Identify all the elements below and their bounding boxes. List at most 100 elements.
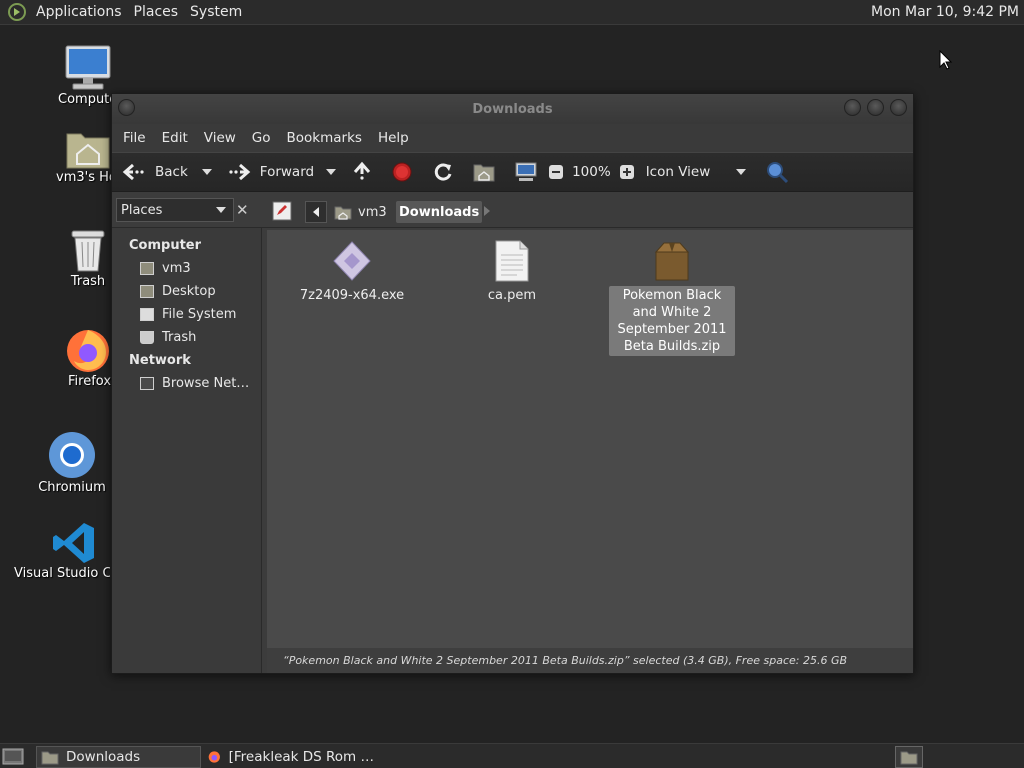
chromium-icon <box>49 432 95 478</box>
minimize-button[interactable] <box>844 99 861 116</box>
sidebar-item-label: Browse Net… <box>162 376 250 391</box>
sidebar-item-label: Trash <box>162 330 197 345</box>
window-title: Downloads <box>472 101 553 117</box>
up-arrow-icon[interactable] <box>351 161 373 183</box>
trash-icon <box>71 230 105 272</box>
back-label: Back <box>155 164 188 180</box>
taskbar-item-firefox[interactable]: [Freakleak DS Rom … <box>204 746 374 768</box>
clock[interactable]: Mon Mar 10, 9:42 PM <box>871 4 1019 20</box>
back-history-dropdown[interactable] <box>201 169 212 175</box>
sidebar-selector[interactable]: Places <box>116 198 234 222</box>
applications-menu[interactable]: Applications <box>30 4 128 20</box>
view-mode-dropdown[interactable] <box>735 169 746 175</box>
menubar: File Edit View Go Bookmarks Help <box>112 124 913 152</box>
desktop-icon-label: Computer <box>58 92 118 107</box>
folder-icon <box>900 751 918 764</box>
vscode-icon <box>53 523 94 563</box>
menu-edit[interactable]: Edit <box>154 130 196 146</box>
sidebar-item-browse-network[interactable]: Browse Net… <box>112 372 261 395</box>
file-view[interactable]: 7z2409-x64.exe ca.pem Pokemon Black and … <box>267 230 913 648</box>
zoom-out-icon[interactable] <box>548 164 564 180</box>
archive-icon <box>654 242 690 281</box>
file-name: ca.pem <box>487 288 537 303</box>
sidebar-heading-computer: Computer <box>129 238 202 253</box>
status-bar: “Pokemon Black and White 2 September 201… <box>267 648 913 673</box>
file-name: Pokemon Black and White 2 September 2011… <box>609 286 735 356</box>
sidebar-item-file-system[interactable]: File System <box>112 303 261 326</box>
view-mode-select[interactable]: Icon View <box>646 164 734 180</box>
firefox-icon <box>67 330 109 372</box>
zoom-level[interactable]: 100% <box>572 164 611 180</box>
desktop-folder-icon <box>140 285 154 298</box>
menu-go[interactable]: Go <box>244 130 279 146</box>
file-name: 7z2409-x64.exe <box>299 288 405 303</box>
mouse-cursor-icon <box>939 50 953 70</box>
back-button[interactable]: Back <box>122 162 188 182</box>
chevron-right-icon[interactable] <box>484 206 490 216</box>
file-manager-window: Downloads File Edit View Go Bookmarks He… <box>111 93 914 674</box>
sidebar-selector-label: Places <box>121 202 163 218</box>
menu-view[interactable]: View <box>196 130 244 146</box>
places-menu[interactable]: Places <box>128 4 185 20</box>
forward-button[interactable]: Forward <box>227 162 314 182</box>
breadcrumb-label: vm3 <box>358 204 387 220</box>
menu-bookmarks[interactable]: Bookmarks <box>279 130 370 146</box>
home-folder-icon <box>334 206 352 220</box>
exe-file-icon <box>333 241 371 281</box>
top-panel: Applications Places System Mon Mar 10, 9… <box>0 0 1024 25</box>
maximize-button[interactable] <box>867 99 884 116</box>
file-item-pokemon-zip[interactable]: Pokemon Black and White 2 September 2011… <box>607 240 737 356</box>
menu-file[interactable]: File <box>115 130 154 146</box>
breadcrumb-scroll-left[interactable] <box>305 201 327 223</box>
forward-label: Forward <box>259 164 315 180</box>
home-folder-icon <box>66 133 110 169</box>
zoom-in-icon[interactable] <box>619 164 635 180</box>
home-icon[interactable] <box>473 162 495 182</box>
sidebar-heading-network: Network <box>129 353 191 368</box>
reload-icon[interactable] <box>432 161 454 183</box>
sidebar-item-desktop[interactable]: Desktop <box>112 280 261 303</box>
bottom-panel: Downloads [Freakleak DS Rom … <box>0 743 1024 768</box>
search-icon[interactable] <box>765 160 789 184</box>
workspace-switcher[interactable] <box>895 746 923 768</box>
location-bar: Places ✕ vm3 Downloads <box>112 194 913 228</box>
firefox-icon <box>208 751 220 763</box>
window-menu-button[interactable] <box>118 99 135 116</box>
chevron-left-icon <box>313 207 319 217</box>
menu-help[interactable]: Help <box>370 130 417 146</box>
distro-logo-icon[interactable] <box>8 3 26 21</box>
folder-icon <box>41 751 59 764</box>
close-button[interactable] <box>890 99 907 116</box>
close-sidebar-icon[interactable]: ✕ <box>236 201 249 219</box>
sidebar-item-label: File System <box>162 307 237 322</box>
taskbar-item-downloads[interactable]: Downloads <box>36 746 201 768</box>
network-icon <box>140 377 154 390</box>
edit-location-icon[interactable] <box>272 201 292 221</box>
computer-icon <box>65 45 111 90</box>
places-sidebar: Computer vm3 Desktop File System Trash N… <box>112 228 262 673</box>
sidebar-selector-dropdown <box>216 207 226 213</box>
computer-icon[interactable] <box>514 161 538 183</box>
show-desktop-icon[interactable] <box>2 747 24 767</box>
drive-icon <box>140 308 154 321</box>
back-arrow-icon <box>122 163 144 181</box>
text-file-icon <box>495 240 529 282</box>
sidebar-item-label: Desktop <box>162 284 216 299</box>
forward-history-dropdown[interactable] <box>326 169 337 175</box>
forward-arrow-icon <box>229 163 251 181</box>
system-menu[interactable]: System <box>184 4 248 20</box>
file-item-7z-exe[interactable]: 7z2409-x64.exe <box>287 240 417 305</box>
trash-icon <box>140 331 154 344</box>
file-item-ca-pem[interactable]: ca.pem <box>447 240 577 305</box>
sidebar-item-vm3[interactable]: vm3 <box>112 257 261 280</box>
sidebar-item-label: vm3 <box>162 261 191 276</box>
desktop-icon-label: Visual Studio Code <box>14 566 110 581</box>
breadcrumb-vm3[interactable]: vm3 <box>334 201 387 223</box>
breadcrumb-downloads[interactable]: Downloads <box>396 201 483 223</box>
home-folder-icon <box>140 262 154 275</box>
stop-icon[interactable] <box>391 161 413 183</box>
toolbar: Back Forward 100% Icon View <box>112 152 913 192</box>
sidebar-item-trash[interactable]: Trash <box>112 326 261 349</box>
window-titlebar[interactable]: Downloads <box>112 94 913 124</box>
taskbar-item-label: [Freakleak DS Rom … <box>228 749 374 765</box>
